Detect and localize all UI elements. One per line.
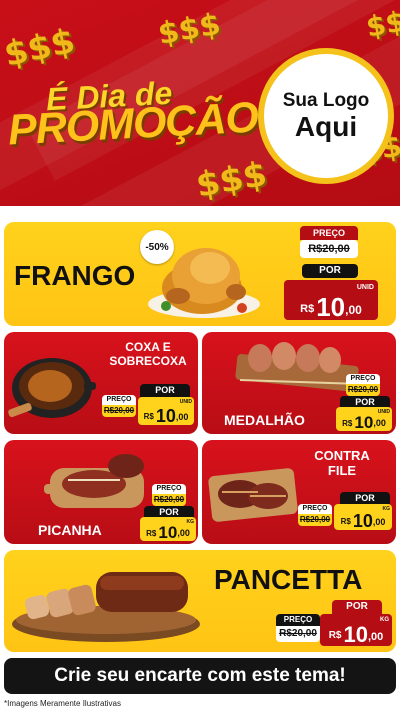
old-price: R$20,00 <box>276 626 320 642</box>
product-name: PANCETTA <box>214 564 363 595</box>
old-price: R$20,00 <box>298 514 332 526</box>
sale-price: R$ 10 ,00 UNID <box>336 407 392 431</box>
product-name: MEDALHÃO <box>224 412 305 428</box>
price-integer: 10 <box>352 511 373 531</box>
product-card-contra-file[interactable]: CONTRA FILE POR PREÇO R$20,00 R$ 10 ,00 … <box>202 440 396 544</box>
old-price: R$20,00 <box>300 240 358 258</box>
price-cents: ,00 <box>372 517 386 527</box>
product-name: FRANGO <box>14 260 136 291</box>
illustrative-images-note: *Imagens Meramente Ilustrativas <box>4 699 121 708</box>
price-integer: 10 <box>316 292 346 322</box>
cta-banner[interactable]: Crie seu encarte com este tema! <box>4 658 396 694</box>
por-label: POR <box>140 384 190 397</box>
price-integer: 10 <box>158 523 178 542</box>
logo-placeholder[interactable]: Sua Logo Aqui <box>258 48 394 184</box>
sale-price: R$ 10 ,00 UNID <box>284 280 378 320</box>
preco-label: PREÇO <box>102 395 136 405</box>
currency-symbol: R$ <box>300 303 315 315</box>
currency-symbol: R$ <box>340 517 351 526</box>
dollar-sign-decoration: $$$ <box>0 21 79 75</box>
price-unit: KG <box>382 506 391 512</box>
price-integer: 10 <box>343 622 368 647</box>
chicken-thigh-pan-image <box>8 358 96 418</box>
currency-symbol: R$ <box>342 419 353 428</box>
preco-label: PREÇO <box>276 614 320 626</box>
price-unit: UNID <box>179 399 192 405</box>
logo-text-line-1: Sua Logo <box>282 90 370 112</box>
price-cents: ,00 <box>175 412 189 422</box>
preco-label: PREÇO <box>300 226 358 240</box>
product-name: PICANHA <box>38 522 102 538</box>
currency-symbol: R$ <box>146 529 157 538</box>
discount-badge: -50% <box>140 230 174 264</box>
old-price: R$20,00 <box>152 494 186 506</box>
por-label: POR <box>340 492 390 504</box>
preco-label: PREÇO <box>298 504 332 514</box>
price-cents: ,00 <box>345 303 362 317</box>
preco-label: PREÇO <box>152 484 186 494</box>
old-price: R$20,00 <box>102 405 136 417</box>
old-price: R$20,00 <box>346 384 380 396</box>
price-cents: ,00 <box>177 528 190 538</box>
currency-symbol: R$ <box>328 630 342 641</box>
sale-price: R$ 10 ,00 KG <box>334 504 392 530</box>
picanha-board-image <box>44 454 144 508</box>
currency-symbol: R$ <box>143 412 154 421</box>
price-cents: ,00 <box>373 418 386 428</box>
pancetta-board-image <box>12 572 200 642</box>
price-integer: 10 <box>155 406 176 426</box>
product-card-medalhao[interactable]: PREÇO R$20,00 MEDALHÃO POR R$ 10 ,00 UNI… <box>202 332 396 434</box>
price-cents: ,00 <box>367 631 384 643</box>
price-unit: UNID <box>377 409 390 415</box>
product-card-coxa-sobrecoxa[interactable]: COXA E SOBRECOXA POR PREÇO R$20,00 R$ 10… <box>4 332 198 434</box>
product-name-line-1: COXA E <box>125 340 171 354</box>
sale-price: R$ 10 ,00 KG <box>140 517 196 541</box>
por-label: POR <box>332 600 382 614</box>
contra-file-board-image <box>208 468 298 522</box>
product-name-line-2: SOBRECOXA <box>109 354 187 368</box>
price-unit: UNID <box>356 284 374 291</box>
price-integer: 10 <box>354 413 374 432</box>
price-unit: KG <box>186 519 195 525</box>
sale-price: R$ 10 ,00 KG <box>320 614 392 646</box>
por-label: POR <box>302 264 358 278</box>
product-card-picanha[interactable]: PREÇO R$20,00 PICANHA POR R$ 10 ,00 KG <box>4 440 198 544</box>
price-unit: KG <box>380 617 389 623</box>
preco-label: PREÇO <box>346 374 380 384</box>
product-name-line-2: FILE <box>327 463 357 478</box>
product-name-line-1: CONTRA <box>314 448 370 463</box>
sale-price: R$ 10 ,00 UNID <box>138 397 194 425</box>
logo-text-line-2: Aqui <box>294 111 358 143</box>
product-card-pancetta[interactable]: PANCETTA POR PREÇO R$20,00 R$ 10 ,00 KG <box>4 550 396 652</box>
product-card-frango[interactable]: FRANGO -50% PREÇO R$20,00 POR R$ 10 ,00 … <box>4 222 396 326</box>
